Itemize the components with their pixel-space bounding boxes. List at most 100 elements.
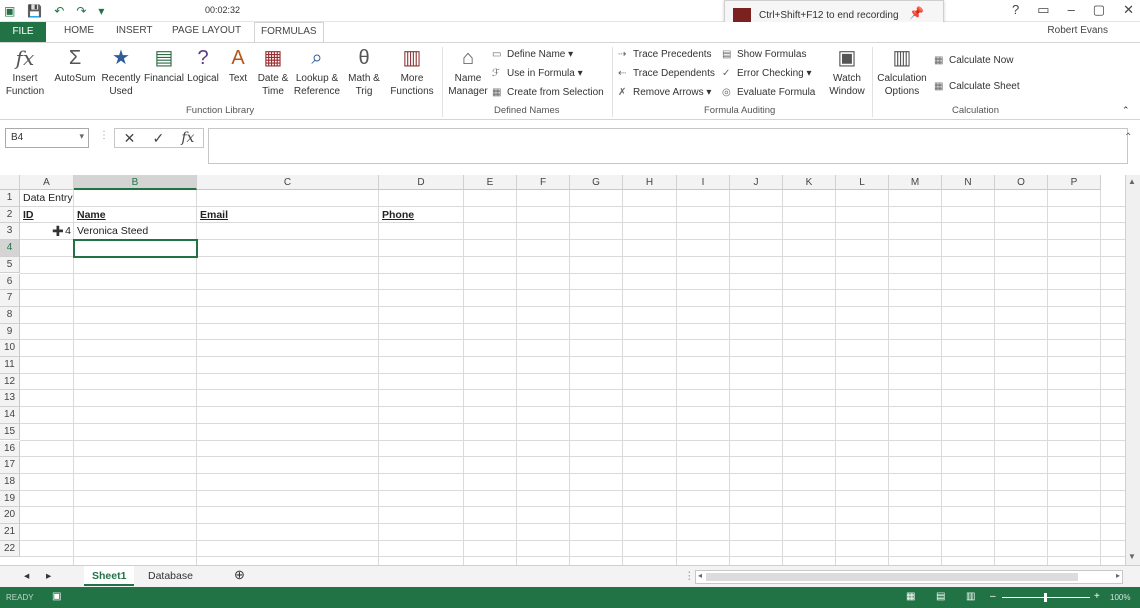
cell-a1[interactable]: Data Entry: [23, 192, 73, 204]
autosum-button[interactable]: Σ AutoSum: [54, 46, 96, 85]
watch-window-button[interactable]: ▣ Watch Window: [826, 46, 868, 98]
financial-button[interactable]: ▤ Financial: [144, 46, 184, 85]
tab-page-layout[interactable]: PAGE LAYOUT: [172, 25, 241, 36]
pin-icon[interactable]: 📌: [909, 6, 924, 20]
redo-icon[interactable]: ↷: [76, 4, 86, 18]
help-icon[interactable]: ?: [1012, 2, 1019, 18]
column-header-m[interactable]: M: [889, 175, 942, 190]
cell-a2[interactable]: ID: [23, 209, 34, 221]
normal-view-icon[interactable]: ▦: [906, 591, 915, 602]
column-header-o[interactable]: O: [995, 175, 1048, 190]
evaluate-formula-button[interactable]: ◎ Evaluate Formula: [722, 87, 815, 98]
tab-insert[interactable]: INSERT: [116, 25, 153, 36]
formula-input[interactable]: [208, 128, 1128, 164]
restore-ribbon-icon[interactable]: ▭: [1037, 2, 1049, 18]
row-header-20[interactable]: 20: [0, 507, 20, 524]
undo-icon[interactable]: ↶: [54, 4, 64, 18]
maximize-icon[interactable]: ▢: [1093, 2, 1105, 18]
text-button[interactable]: A Text: [224, 46, 252, 85]
row-header-13[interactable]: 13: [0, 390, 20, 408]
save-icon[interactable]: 💾: [27, 4, 42, 18]
date-time-button[interactable]: ▦ Date & Time: [256, 46, 290, 98]
column-header-d[interactable]: D: [379, 175, 464, 190]
scroll-left-icon[interactable]: ◂: [698, 571, 702, 580]
scroll-thumb[interactable]: [706, 573, 1078, 581]
column-header-n[interactable]: N: [942, 175, 995, 190]
customize-qat-icon[interactable]: ▾: [98, 4, 104, 18]
tab-file[interactable]: FILE: [0, 22, 46, 42]
column-header-h[interactable]: H: [623, 175, 677, 190]
tab-formulas[interactable]: FORMULAS: [254, 22, 324, 43]
horizontal-scrollbar[interactable]: ◂ ▸: [695, 570, 1123, 584]
macro-record-icon[interactable]: ▣: [52, 591, 61, 602]
calculate-sheet-button[interactable]: ▦ Calculate Sheet: [934, 81, 1020, 92]
more-functions-button[interactable]: ▥ More Functions: [388, 46, 436, 98]
row-header-12[interactable]: 12: [0, 373, 20, 391]
row-header-19[interactable]: 19: [0, 490, 20, 508]
column-header-c[interactable]: C: [197, 175, 379, 190]
worksheet-grid[interactable]: A B C D E F G H I J K L M N O P 1 2 3 4 5 6 7 8 9 10 11 12 13 14 15 16 1…: [0, 175, 1130, 565]
select-all-corner[interactable]: [0, 175, 20, 190]
cell-b2[interactable]: Name: [77, 209, 106, 221]
define-name-button[interactable]: ▭ Define Name ▾: [492, 49, 573, 60]
use-in-formula-button[interactable]: ℱ Use in Formula ▾: [492, 68, 583, 79]
row-header-11[interactable]: 11: [0, 357, 20, 374]
row-header-8[interactable]: 8: [0, 306, 20, 324]
row-header-2[interactable]: 2: [0, 206, 20, 224]
column-header-l[interactable]: L: [836, 175, 889, 190]
math-trig-button[interactable]: θ Math & Trig: [344, 46, 384, 98]
tab-database[interactable]: Database: [140, 566, 201, 586]
row-header-10[interactable]: 10: [0, 340, 20, 357]
lookup-reference-button[interactable]: ⌕ Lookup & Reference: [292, 46, 342, 98]
minimize-icon[interactable]: –: [1068, 2, 1075, 18]
cell-d2[interactable]: Phone: [382, 209, 414, 221]
close-icon[interactable]: ✕: [1123, 2, 1134, 18]
trace-precedents-button[interactable]: ⇢ Trace Precedents: [618, 49, 712, 60]
expand-formula-bar-icon[interactable]: ⌃: [1124, 132, 1132, 143]
calculate-now-button[interactable]: ▦ Calculate Now: [934, 55, 1013, 66]
scroll-down-icon[interactable]: ▼: [1128, 552, 1136, 561]
collapse-ribbon-icon[interactable]: ⌃: [1122, 105, 1130, 116]
trace-dependents-button[interactable]: ⇠ Trace Dependents: [618, 68, 715, 79]
name-manager-button[interactable]: ⌂ Name Manager: [448, 46, 488, 98]
scroll-right-icon[interactable]: ▸: [1116, 571, 1120, 580]
error-checking-button[interactable]: ✓ Error Checking ▾: [722, 68, 812, 79]
row-header-22[interactable]: 22: [0, 540, 20, 558]
row-header-1[interactable]: 1: [0, 190, 20, 207]
chevron-down-icon[interactable]: ▾: [79, 131, 84, 142]
row-header-5[interactable]: 5: [0, 256, 20, 274]
tab-home[interactable]: HOME: [64, 25, 94, 36]
row-header-15[interactable]: 15: [0, 423, 20, 441]
user-name[interactable]: Robert Evans: [1047, 25, 1108, 36]
create-from-selection-button[interactable]: ▦ Create from Selection: [492, 87, 604, 98]
vertical-scrollbar[interactable]: ▲ ▼: [1125, 175, 1140, 565]
column-header-b[interactable]: B: [74, 175, 197, 190]
cancel-entry-icon[interactable]: ✕: [124, 130, 136, 147]
page-layout-view-icon[interactable]: ▤: [936, 591, 945, 602]
row-header-14[interactable]: 14: [0, 407, 20, 424]
column-header-f[interactable]: F: [517, 175, 570, 190]
row-header-4[interactable]: 4: [0, 240, 20, 257]
calculation-options-button[interactable]: ▥ Calculation Options: [876, 46, 928, 98]
row-header-16[interactable]: 16: [0, 440, 20, 458]
insert-function-button[interactable]: fx Insert Function: [4, 46, 46, 98]
row-header-18[interactable]: 18: [0, 473, 20, 491]
column-header-k[interactable]: K: [783, 175, 836, 190]
new-sheet-button[interactable]: ⊕: [226, 566, 253, 586]
column-header-p[interactable]: P: [1048, 175, 1101, 190]
name-box[interactable]: B4 ▾: [5, 128, 89, 148]
remove-arrows-button[interactable]: ✗ Remove Arrows ▾: [618, 87, 711, 98]
zoom-level[interactable]: 100%: [1110, 593, 1130, 602]
row-header-6[interactable]: 6: [0, 273, 20, 291]
column-header-a[interactable]: A: [20, 175, 74, 190]
confirm-entry-icon[interactable]: ✓: [152, 130, 164, 147]
cell-b3[interactable]: Veronica Steed: [77, 225, 148, 237]
row-header-9[interactable]: 9: [0, 323, 20, 341]
row-header-7[interactable]: 7: [0, 290, 20, 307]
column-header-e[interactable]: E: [464, 175, 517, 190]
zoom-slider-thumb[interactable]: [1044, 593, 1047, 602]
row-header-3[interactable]: 3: [0, 223, 20, 241]
scroll-up-icon[interactable]: ▲: [1128, 177, 1136, 186]
show-formulas-button[interactable]: ▤ Show Formulas: [722, 49, 806, 60]
page-break-view-icon[interactable]: ▥: [966, 591, 975, 602]
